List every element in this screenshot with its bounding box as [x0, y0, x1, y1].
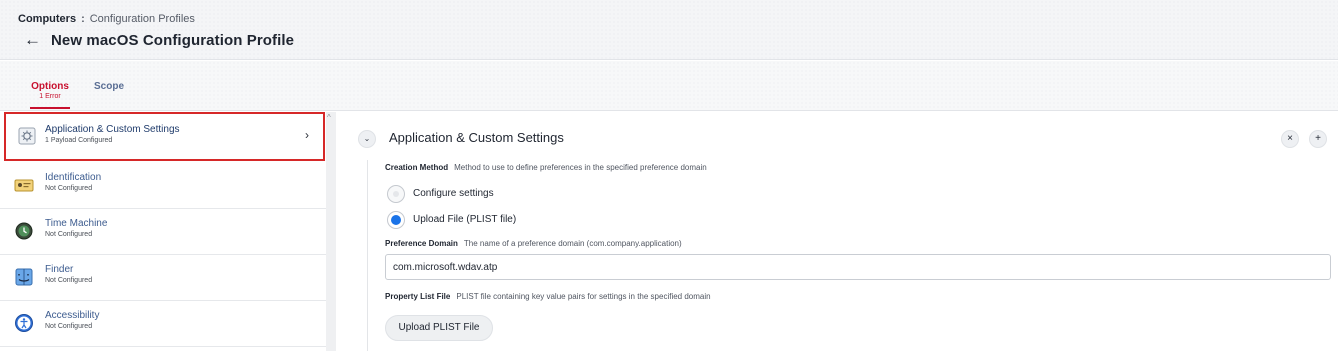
creation-method-label: Creation Method Method to use to define p…	[385, 163, 707, 172]
sidebar-item-label: Identification	[45, 172, 102, 183]
preference-domain-title: Preference Domain	[385, 239, 458, 248]
property-list-description: PLIST file containing key value pairs fo…	[456, 292, 711, 301]
page-header: Computers: Configuration Profiles ← New m…	[0, 0, 1338, 60]
sidebar-item-status: Not Configured	[45, 277, 93, 284]
sidebar-item-label: Application & Custom Settings	[45, 124, 180, 135]
creation-method-description: Method to use to define preferences in t…	[454, 163, 707, 172]
collapse-section-button[interactable]: ⌄	[358, 130, 376, 148]
property-list-label: Property List File PLIST file containing …	[385, 292, 711, 301]
sidebar-item-accessibility[interactable]: Accessibility Not Configured	[0, 301, 326, 347]
remove-payload-button[interactable]: ×	[1281, 130, 1299, 148]
sidebar-scrollbar[interactable]: ^	[326, 112, 336, 351]
preference-domain-label: Preference Domain The name of a preferenc…	[385, 239, 682, 248]
sidebar-item-status: Not Configured	[45, 323, 93, 330]
sidebar-item-label: Accessibility	[45, 310, 100, 321]
tab-options-label: Options	[31, 81, 69, 92]
preference-domain-input[interactable]	[385, 254, 1331, 280]
tab-scope-label: Scope	[94, 81, 125, 92]
tab-scope[interactable]: Scope	[94, 81, 124, 92]
sidebar-item-label: Time Machine	[45, 218, 108, 229]
tab-options-error-count: 1 Error	[39, 93, 61, 100]
tab-options[interactable]: Options 1 Error	[30, 81, 70, 109]
payload-sidebar: Application & Custom Settings 1 Payload …	[0, 112, 326, 351]
active-tab-underline	[30, 107, 70, 109]
id-card-icon	[14, 179, 34, 192]
back-arrow-icon[interactable]: ←	[24, 30, 41, 50]
time-machine-icon	[15, 222, 33, 240]
breadcrumb-configuration-profiles[interactable]: Configuration Profiles	[90, 13, 195, 25]
accessibility-icon	[15, 314, 33, 332]
section-title: Application & Custom Settings	[389, 130, 564, 145]
breadcrumb-separator: :	[81, 13, 85, 25]
chevron-right-icon: ›	[305, 128, 309, 142]
radio-upload-file-label[interactable]: Upload File (PLIST file)	[413, 214, 516, 225]
breadcrumb: Computers: Configuration Profiles	[18, 13, 195, 25]
sidebar-item-status: Not Configured	[45, 185, 93, 192]
sidebar-item-label: Finder	[45, 264, 74, 275]
property-list-title: Property List File	[385, 292, 451, 301]
radio-upload-file[interactable]	[387, 211, 405, 229]
section-divider	[367, 160, 368, 351]
sidebar-item-status: 1 Payload Configured	[45, 137, 113, 144]
radio-configure-settings-label[interactable]: Configure settings	[413, 188, 494, 199]
sidebar-item-identification[interactable]: Identification Not Configured	[0, 163, 326, 209]
sidebar-item-status: Not Configured	[45, 231, 93, 238]
page-title: New macOS Configuration Profile	[51, 31, 295, 49]
sidebar-item-finder[interactable]: Finder Not Configured	[0, 255, 326, 301]
finder-icon	[15, 268, 33, 286]
sidebar-item-time-machine[interactable]: Time Machine Not Configured	[0, 209, 326, 255]
payload-editor: ⌄ Application & Custom Settings × + Crea…	[338, 112, 1338, 351]
preference-domain-description: The name of a preference domain (com.com…	[463, 239, 682, 248]
creation-method-title: Creation Method	[385, 163, 449, 172]
sidebar-item-application-custom-settings[interactable]: Application & Custom Settings 1 Payload …	[4, 112, 325, 161]
breadcrumb-computers[interactable]: Computers	[18, 13, 76, 25]
radio-configure-settings[interactable]	[387, 185, 405, 203]
gear-app-icon	[18, 127, 36, 145]
upload-plist-button[interactable]: Upload PLIST File	[385, 315, 493, 341]
add-payload-button[interactable]: +	[1309, 130, 1327, 148]
scroll-up-arrow-icon[interactable]: ^	[327, 113, 331, 122]
tab-bar: Options 1 Error Scope	[0, 61, 1338, 111]
